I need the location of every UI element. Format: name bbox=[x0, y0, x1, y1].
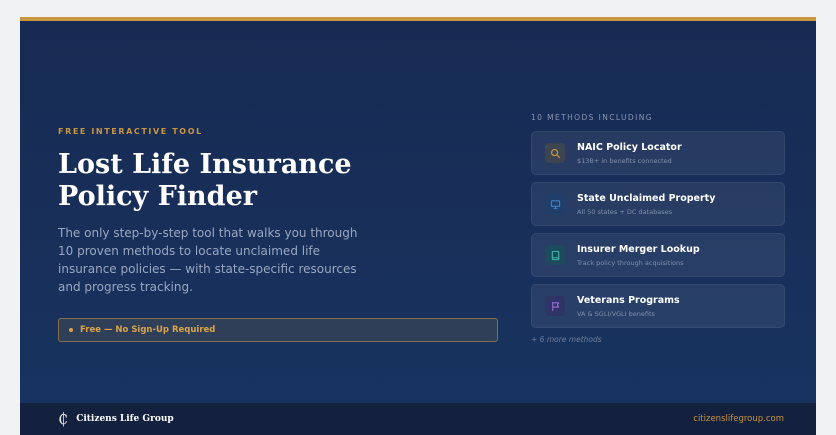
method-title: NAIC Policy Locator bbox=[577, 141, 682, 153]
brand[interactable]: ₵ Citizens Life Group bbox=[58, 411, 174, 427]
methods-panel: 10 METHODS INCLUDING NAIC Policy Locator… bbox=[531, 113, 785, 344]
badge-text: Free — No Sign-Up Required bbox=[80, 325, 216, 335]
method-card-insurer-merger[interactable]: Insurer Merger Lookup Track policy throu… bbox=[531, 233, 785, 277]
method-subtitle: VA & SGLI/VGLI benefits bbox=[577, 309, 655, 318]
hero-left: FREE INTERACTIVE TOOL Lost Life Insuranc… bbox=[58, 127, 500, 342]
method-title: Veterans Programs bbox=[577, 294, 680, 306]
title-line-1: Lost Life Insurance bbox=[58, 149, 352, 180]
book-icon bbox=[545, 245, 565, 265]
accent-bar bbox=[20, 17, 816, 21]
hero-card: FREE INTERACTIVE TOOL Lost Life Insuranc… bbox=[20, 17, 816, 435]
methods-list: NAIC Policy Locator $13B+ in benefits co… bbox=[531, 131, 785, 328]
citizens-logo-icon: ₵ bbox=[58, 409, 69, 428]
method-title: Insurer Merger Lookup bbox=[577, 243, 700, 255]
eyebrow-label: FREE INTERACTIVE TOOL bbox=[58, 127, 203, 136]
method-title: State Unclaimed Property bbox=[577, 192, 716, 204]
free-badge: Free — No Sign-Up Required bbox=[58, 318, 498, 342]
method-card-veterans[interactable]: Veterans Programs VA & SGLI/VGLI benefit… bbox=[531, 284, 785, 328]
monitor-icon bbox=[545, 194, 565, 214]
brand-name: Citizens Life Group bbox=[76, 414, 174, 424]
methods-heading: 10 METHODS INCLUDING bbox=[531, 113, 653, 122]
method-subtitle: Track policy through acquisitions bbox=[577, 258, 684, 267]
hero-description: The only step-by-step tool that walks yo… bbox=[58, 226, 358, 294]
method-card-state-property[interactable]: State Unclaimed Property All 50 states +… bbox=[531, 182, 785, 226]
website-link[interactable]: citizenslifegroup.com bbox=[693, 414, 784, 424]
method-subtitle: All 50 states + DC databases bbox=[577, 207, 673, 216]
title-line-2: Policy Finder bbox=[58, 181, 257, 212]
more-methods-link[interactable]: + 6 more methods bbox=[531, 335, 785, 344]
search-icon bbox=[545, 143, 565, 163]
page-title: Lost Life Insurance Policy Finder bbox=[58, 149, 500, 213]
bullet-dot-icon bbox=[69, 328, 73, 332]
method-card-naic[interactable]: NAIC Policy Locator $13B+ in benefits co… bbox=[531, 131, 785, 175]
method-subtitle: $13B+ in benefits connected bbox=[577, 156, 672, 165]
flag-icon bbox=[545, 296, 565, 316]
footer: ₵ Citizens Life Group citizenslifegroup.… bbox=[20, 403, 816, 435]
